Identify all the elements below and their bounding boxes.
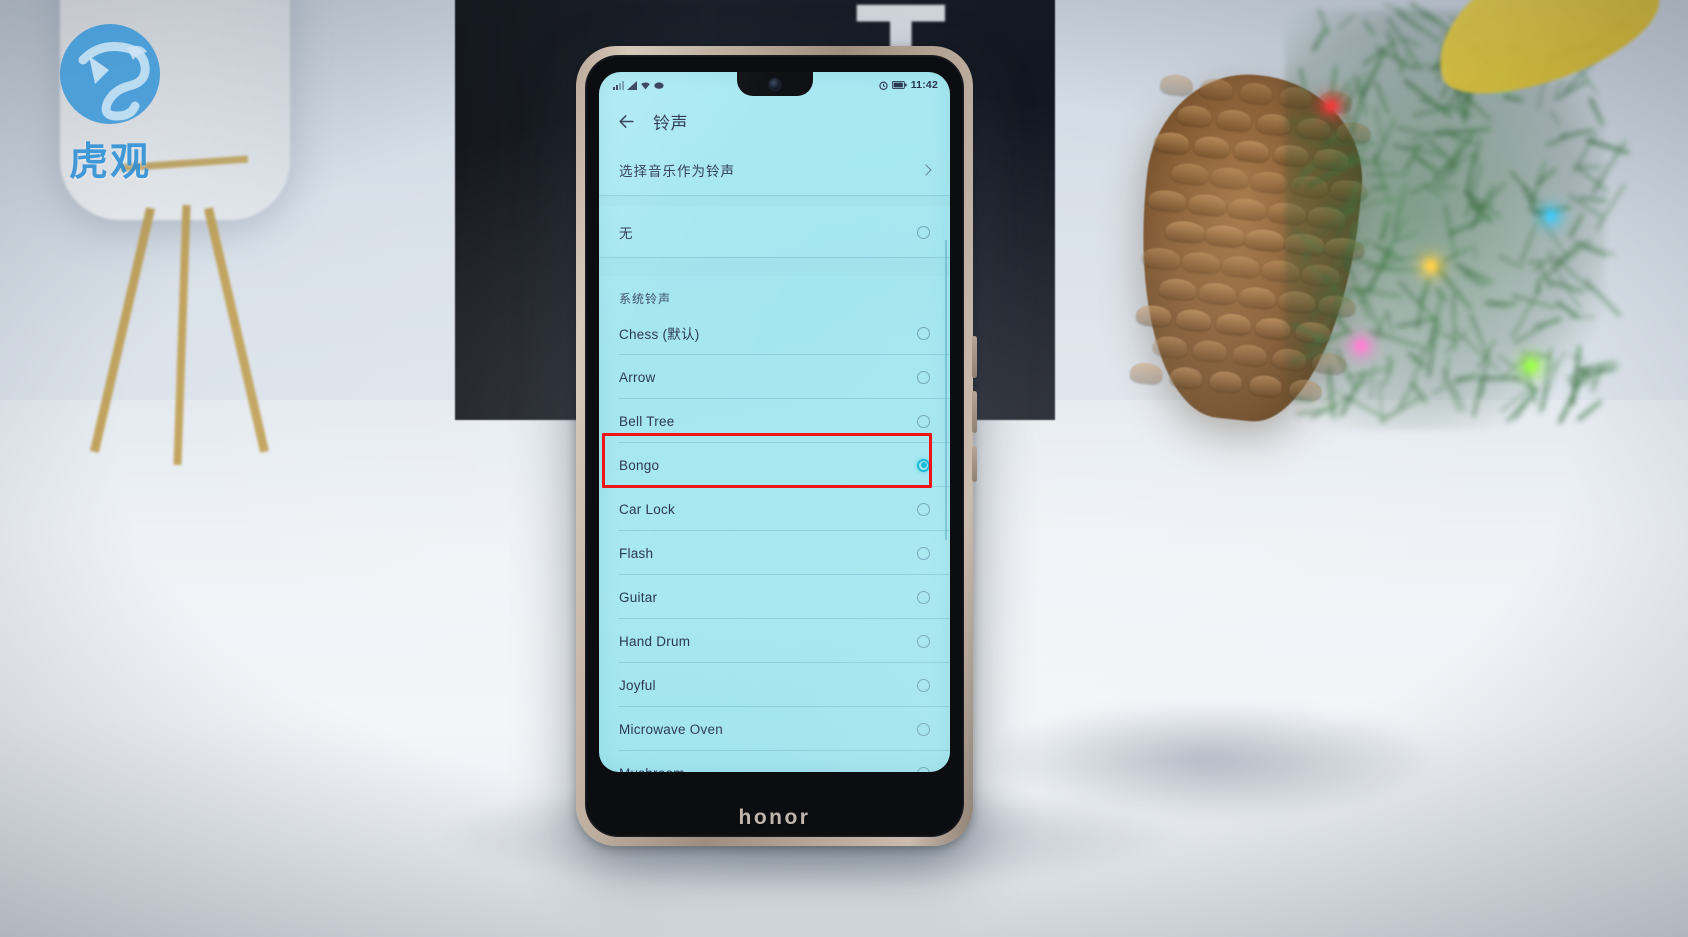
list-item-label: Car Lock bbox=[619, 502, 675, 517]
list-item-ringtone[interactable]: Hand Drum bbox=[599, 619, 950, 663]
volume-up-button[interactable] bbox=[972, 336, 977, 378]
alarm-icon bbox=[879, 81, 888, 90]
battery-icon bbox=[892, 81, 907, 89]
radio-button[interactable] bbox=[917, 327, 930, 340]
list-item-label: 选择音乐作为铃声 bbox=[619, 160, 735, 180]
screen-notch bbox=[737, 72, 813, 96]
radio-button[interactable] bbox=[917, 767, 930, 773]
list-item-label: Guitar bbox=[619, 590, 657, 605]
list-item-label: Arrow bbox=[619, 370, 656, 385]
list-item-ringtone[interactable]: Bongo bbox=[599, 443, 950, 487]
list-item-label: Bongo bbox=[619, 458, 659, 473]
volume-down-button[interactable] bbox=[972, 391, 977, 433]
section-header-system-ringtones: 系统铃声 bbox=[599, 276, 950, 311]
list-item-ringtone[interactable]: Flash bbox=[599, 531, 950, 575]
back-arrow-icon[interactable] bbox=[617, 112, 636, 131]
tiger-logo-icon bbox=[55, 12, 165, 142]
list-item-label: Microwave Oven bbox=[619, 722, 723, 737]
chevron-right-icon bbox=[920, 164, 931, 175]
cloud-icon bbox=[654, 81, 664, 89]
wifi-icon bbox=[640, 81, 651, 90]
radio-button[interactable] bbox=[917, 591, 930, 604]
list-item-ringtone[interactable]: Car Lock bbox=[599, 487, 950, 531]
ringtone-rows: Chess (默认) Arrow Bell Tree Bongo Car Lock Fla… bbox=[599, 311, 950, 772]
list-item-ringtone[interactable]: Chess (默认) bbox=[599, 311, 950, 355]
radio-button[interactable] bbox=[917, 679, 930, 692]
list-item-ringtone[interactable]: Microwave Oven bbox=[599, 707, 950, 751]
list-item-ringtone[interactable]: Mushroom bbox=[599, 751, 950, 772]
radio-button[interactable] bbox=[917, 723, 930, 736]
ringtone-list: 选择音乐作为铃声 无 系统铃声 Chess (默认) Arrow Bell Tree… bbox=[599, 144, 950, 772]
status-bar-time: 11:42 bbox=[911, 79, 938, 91]
phone-device: 11:42 铃声 选择音乐作为铃声 无 系统铃声 Chess (默认) Arro… bbox=[576, 46, 973, 846]
list-item-ringtone[interactable]: Joyful bbox=[599, 663, 950, 707]
list-item-ringtone[interactable]: Guitar bbox=[599, 575, 950, 619]
radio-button[interactable] bbox=[917, 635, 930, 648]
brand-logo: honor bbox=[576, 806, 973, 830]
radio-button[interactable] bbox=[917, 547, 930, 560]
front-camera-icon bbox=[769, 79, 780, 90]
list-item-label: Joyful bbox=[619, 678, 656, 693]
radio-button[interactable] bbox=[917, 371, 930, 384]
list-item-choose-music[interactable]: 选择音乐作为铃声 bbox=[599, 144, 950, 196]
channel-watermark: 虎观 bbox=[55, 12, 165, 187]
radio-button-selected[interactable] bbox=[917, 459, 930, 472]
radio-button[interactable] bbox=[917, 415, 930, 428]
signal-icon bbox=[613, 81, 624, 90]
list-item-label: Hand Drum bbox=[619, 634, 690, 649]
watermark-text: 虎观 bbox=[55, 131, 165, 187]
signal-icon bbox=[627, 81, 637, 90]
status-bar-left-icons bbox=[613, 81, 664, 90]
list-gap bbox=[599, 258, 950, 276]
list-item-none[interactable]: 无 bbox=[599, 206, 950, 258]
radio-button[interactable] bbox=[917, 226, 930, 239]
list-item-label: Bell Tree bbox=[619, 414, 675, 429]
radio-button[interactable] bbox=[917, 503, 930, 516]
list-item-label: Chess (默认) bbox=[619, 323, 700, 343]
status-bar-right: 11:42 bbox=[879, 79, 938, 91]
app-bar: 铃声 bbox=[599, 98, 950, 144]
list-item-label: 无 bbox=[619, 222, 634, 242]
list-item-label: Mushroom bbox=[619, 766, 685, 773]
page-title: 铃声 bbox=[653, 109, 688, 134]
phone-screen: 11:42 铃声 选择音乐作为铃声 无 系统铃声 Chess (默认) Arro… bbox=[599, 72, 950, 772]
list-gap bbox=[599, 196, 950, 206]
list-item-ringtone[interactable]: Arrow bbox=[599, 355, 950, 399]
divider bbox=[599, 195, 950, 196]
power-button[interactable] bbox=[972, 446, 977, 482]
divider bbox=[599, 257, 950, 258]
scrollbar[interactable] bbox=[945, 240, 948, 540]
list-item-ringtone[interactable]: Bell Tree bbox=[599, 399, 950, 443]
list-item-label: Flash bbox=[619, 546, 653, 561]
